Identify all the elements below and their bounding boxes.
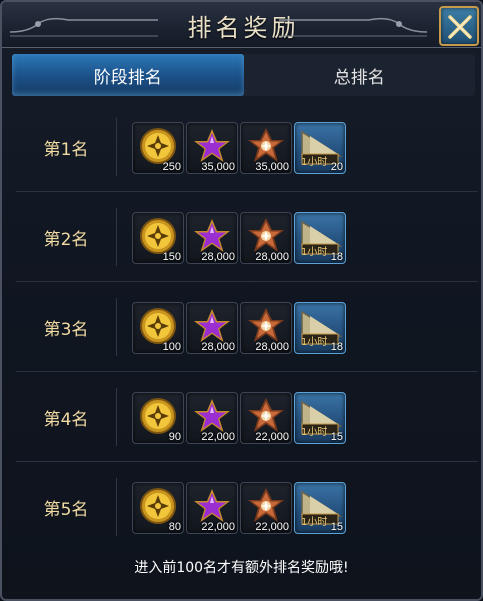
reward-quantity: 100 [162,341,181,353]
rank-label: 第3名 [43,319,89,340]
reward-quantity: 20 [330,161,343,173]
rank-divider [116,118,117,176]
reward-quantity: 15 [330,521,343,533]
close-button[interactable] [439,6,479,46]
reward-quantity: 90 [168,431,181,443]
rank-label: 第4名 [43,409,89,430]
reward-quantity: 22,000 [255,521,289,533]
reward-slot[interactable]: 1小时 20 [294,122,346,174]
reward-slot[interactable]: 80 [132,482,184,534]
reward-slot[interactable]: 1小时 15 [294,482,346,534]
reward-slot[interactable]: 22,000 [186,482,238,534]
reward-quantity: 28,000 [201,251,235,263]
rank-divider [116,478,117,536]
reward-items: 150 28,000 28,000 1小时 18 [132,212,346,264]
reward-quantity: 28,000 [201,341,235,353]
reward-quantity: 22,000 [255,431,289,443]
reward-quantity: 15 [330,431,343,443]
ticket-label: 1小时 [301,337,328,348]
reward-slot[interactable]: 28,000 [240,212,292,264]
rank-label: 第5名 [43,499,89,520]
rank-row: 第2名 150 28,000 28,000 1小时 18 [16,192,478,282]
reward-items: 100 28,000 28,000 1小时 18 [132,302,346,354]
tab-total-ranking[interactable]: 总排名 [244,54,476,96]
reward-quantity: 28,000 [255,251,289,263]
footer-note: 进入前100名才有额外排名奖励哦! [134,560,349,576]
reward-quantity: 18 [330,251,343,263]
ranking-tabs: 阶段排名 总排名 [12,54,475,96]
reward-slot[interactable]: 35,000 [186,122,238,174]
reward-slot[interactable]: 35,000 [240,122,292,174]
reward-slot[interactable]: 28,000 [186,212,238,264]
rank-row: 第1名 250 35,000 35,000 1小时 20 [16,102,478,192]
reward-quantity: 22,000 [201,521,235,533]
reward-quantity: 250 [162,161,181,173]
rank-reward-list: 第1名 250 35,000 35,000 1小时 20 第2名 150 28,00… [16,102,478,552]
rank-divider [116,208,117,266]
title-bar: 排名奖励 [2,2,481,48]
reward-slot[interactable]: 100 [132,302,184,354]
reward-slot[interactable]: 22,000 [186,392,238,444]
ticket-label: 1小时 [301,427,328,438]
reward-slot[interactable]: 28,000 [240,302,292,354]
rank-row: 第5名 80 22,000 22,000 1小时 15 [16,462,478,552]
reward-slot[interactable]: 90 [132,392,184,444]
reward-quantity: 35,000 [201,161,235,173]
rank-row: 第4名 90 22,000 22,000 1小时 15 [16,372,478,462]
rank-label: 第1名 [43,139,89,160]
reward-items: 80 22,000 22,000 1小时 15 [132,482,346,534]
reward-slot[interactable]: 250 [132,122,184,174]
ticket-label: 1小时 [301,517,328,528]
reward-slot[interactable]: 150 [132,212,184,264]
reward-quantity: 18 [330,341,343,353]
reward-panel: 排名奖励 阶段排名 总排名 第1名 250 35,000 35,000 1小时 … [0,0,483,601]
title-ornament-right [279,17,428,37]
reward-items: 250 35,000 35,000 1小时 20 [132,122,346,174]
reward-slot[interactable]: 28,000 [186,302,238,354]
reward-slot[interactable]: 1小时 18 [294,212,346,264]
rank-label: 第2名 [43,229,89,250]
ticket-label: 1小时 [301,247,328,258]
reward-quantity: 22,000 [201,431,235,443]
close-icon [448,15,472,39]
rank-divider [116,298,117,356]
reward-slot[interactable]: 22,000 [240,482,292,534]
reward-quantity: 150 [162,251,181,263]
reward-slot[interactable]: 1小时 18 [294,302,346,354]
reward-slot[interactable]: 1小时 15 [294,392,346,444]
rank-divider [116,388,117,446]
ticket-label: 1小时 [301,157,328,168]
reward-quantity: 28,000 [255,341,289,353]
reward-quantity: 80 [168,521,181,533]
tab-stage-ranking[interactable]: 阶段排名 [12,54,244,96]
reward-items: 90 22,000 22,000 1小时 15 [132,392,346,444]
rank-row: 第3名 100 28,000 28,000 1小时 18 [16,282,478,372]
reward-slot[interactable]: 22,000 [240,392,292,444]
reward-quantity: 35,000 [255,161,289,173]
